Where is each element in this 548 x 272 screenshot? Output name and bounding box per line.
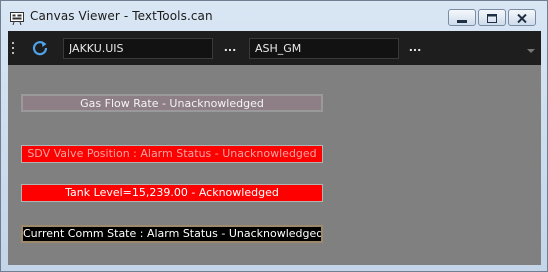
gas-flow-rate-label: Gas Flow Rate - Unacknowledged <box>21 94 323 112</box>
close-icon <box>517 8 527 27</box>
grip-handle-icon[interactable] <box>12 41 15 55</box>
sdv-valve-position-label: SDV Valve Position : Alarm Status - Unac… <box>21 145 323 163</box>
comm-state-label: Current Comm State : Alarm Status - Unac… <box>21 225 323 243</box>
canvas-viewer-window: Canvas Viewer - TextTools.can JAKKU.UIS … <box>0 0 548 272</box>
browse-node-button[interactable]: ... <box>405 40 425 56</box>
maximize-button[interactable] <box>478 9 506 26</box>
canvas-area: Gas Flow Rate - Unacknowledged SDV Valve… <box>8 65 541 265</box>
maximize-icon <box>487 8 497 27</box>
canvas-file-field[interactable] <box>63 38 213 59</box>
app-icon <box>10 10 24 26</box>
minimize-button[interactable] <box>448 9 476 26</box>
refresh-icon[interactable] <box>31 39 49 57</box>
close-button[interactable] <box>508 9 536 26</box>
title-bar[interactable]: Canvas Viewer - TextTools.can <box>1 1 547 31</box>
browse-file-button[interactable]: ... <box>220 40 240 56</box>
minimize-icon <box>457 8 467 27</box>
tank-level-label: Tank Level=15,239.00 - Acknowledged <box>21 184 323 202</box>
toolbar: ... ... <box>8 31 541 65</box>
window-title: Canvas Viewer - TextTools.can <box>30 9 213 23</box>
node-field[interactable] <box>249 38 399 59</box>
overflow-menu-icon[interactable] <box>527 49 535 53</box>
